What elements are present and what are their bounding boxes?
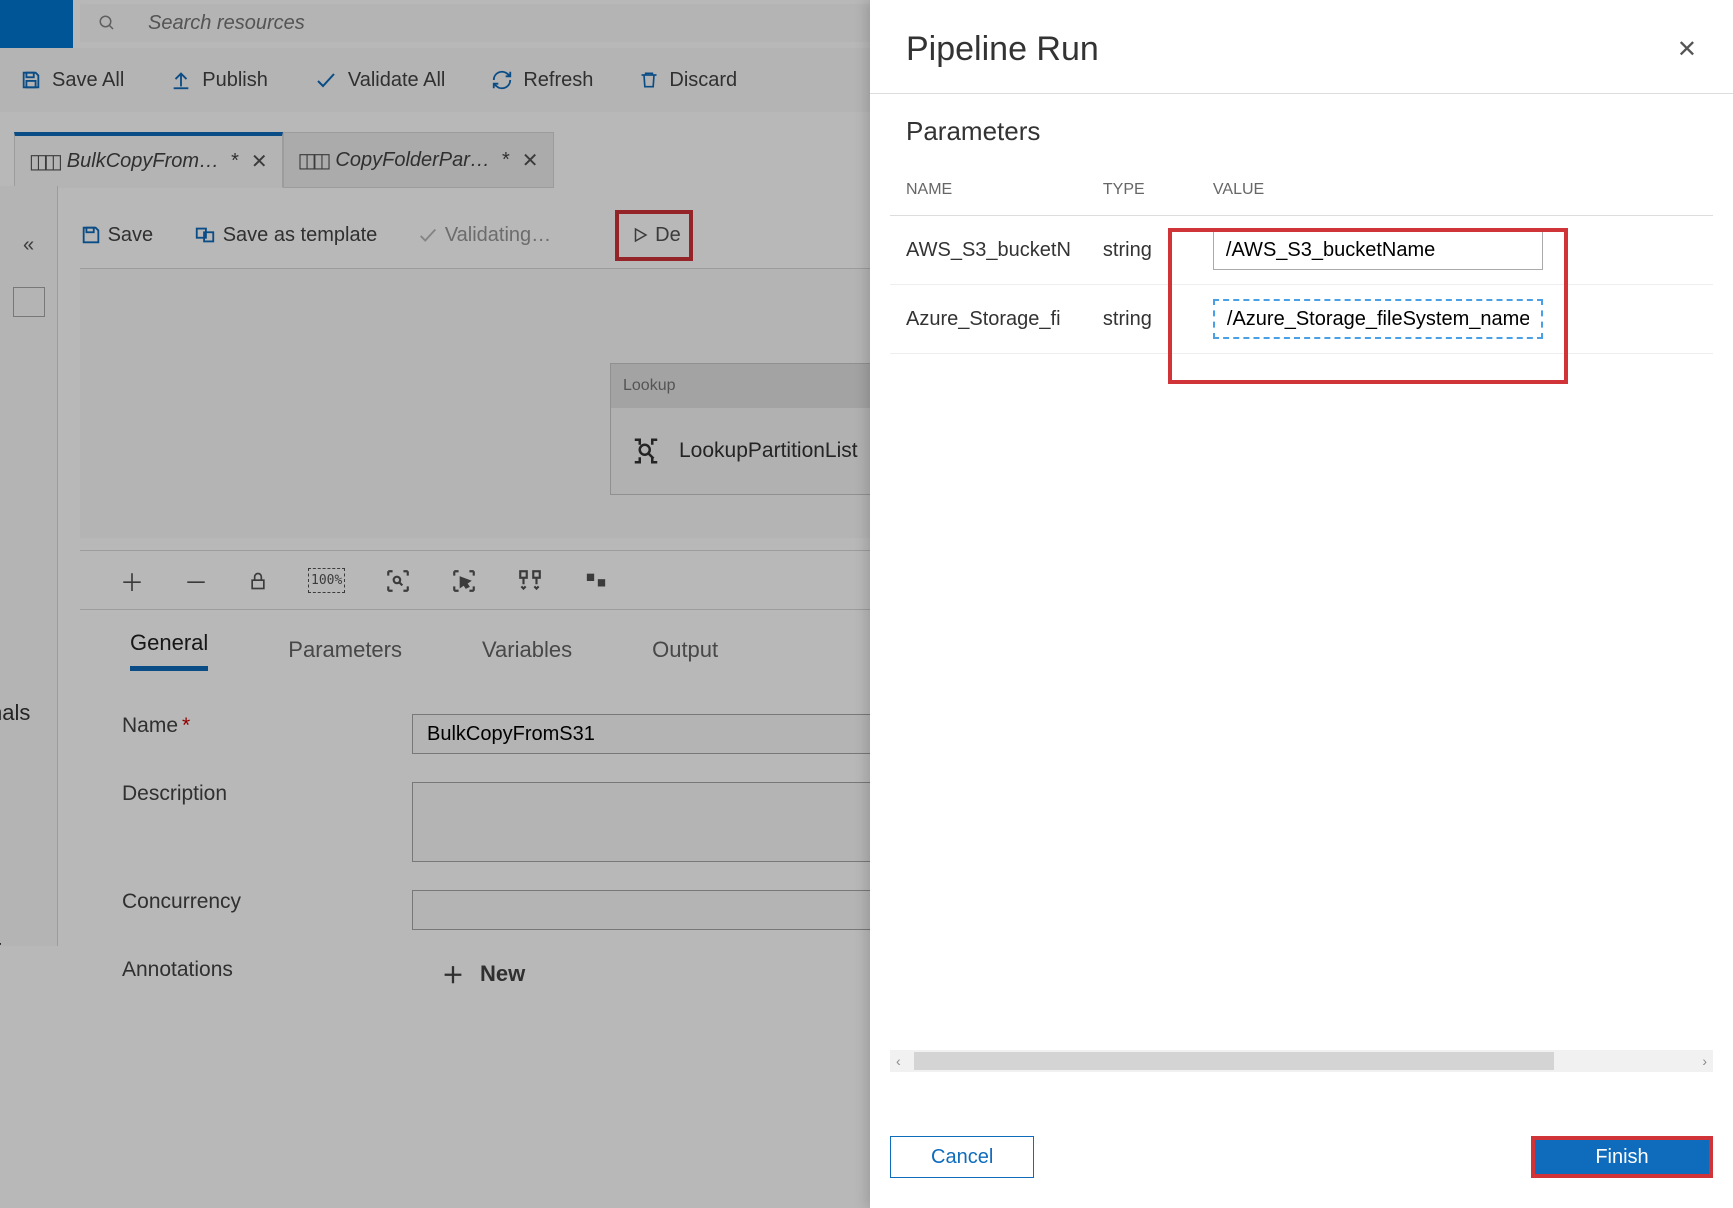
param-type: string (1087, 285, 1197, 354)
trash-icon (639, 69, 659, 92)
template-icon (193, 224, 223, 246)
tab-variables[interactable]: Variables (482, 637, 572, 663)
lookup-icon (631, 436, 661, 466)
scroll-right-icon[interactable]: › (1702, 1053, 1707, 1069)
scrollbar-thumb[interactable] (914, 1052, 1554, 1070)
remove-icon[interactable]: － (184, 563, 208, 598)
pipeline-icon: ◫◫ (298, 148, 328, 173)
annotations-label: Annotations (122, 958, 412, 982)
description-label: Description (122, 782, 412, 806)
horizontal-scrollbar[interactable]: ‹ › (890, 1050, 1713, 1072)
select-icon[interactable] (451, 566, 477, 594)
discard-button[interactable]: Discard (639, 69, 737, 92)
tab-copyfolder[interactable]: ◫◫ CopyFolderPar… * ✕ (283, 132, 554, 188)
tab-parameters[interactable]: Parameters (288, 637, 402, 663)
parameters-heading: Parameters (870, 94, 1733, 157)
save-all-button[interactable]: Save All (20, 69, 124, 92)
align-icon[interactable] (583, 566, 609, 594)
autolayout-icon[interactable] (517, 566, 543, 594)
tab-output[interactable]: Output (652, 637, 718, 663)
cancel-button[interactable]: Cancel (890, 1136, 1034, 1178)
table-row: Azure_Storage_fi string (890, 285, 1713, 354)
save-all-icon (20, 69, 42, 92)
search-icon (98, 12, 116, 35)
param-name: Azure_Storage_fi (890, 285, 1087, 354)
concurrency-input[interactable] (412, 890, 932, 930)
sidebar-slot (13, 287, 45, 317)
close-icon[interactable]: ✕ (251, 149, 268, 174)
search-placeholder: Search resources (148, 12, 305, 35)
debug-button[interactable]: De (615, 210, 693, 261)
new-annotation-button[interactable]: ＋ New (442, 958, 525, 990)
play-icon (631, 224, 649, 247)
save-button[interactable]: Save (80, 224, 153, 247)
activity-name: LookupPartitionList (679, 439, 858, 463)
col-name: NAME (890, 165, 1087, 216)
pipeline-icon: ◫◫ (29, 149, 59, 174)
refresh-icon (491, 69, 513, 92)
publish-icon (170, 69, 192, 92)
cropped-text: nals (0, 700, 30, 726)
finish-button[interactable]: Finish (1531, 1136, 1713, 1178)
param-type: string (1087, 216, 1197, 285)
table-row: AWS_S3_bucketN string (890, 216, 1713, 285)
publish-button[interactable]: Publish (170, 69, 268, 92)
parameters-table: NAME TYPE VALUE AWS_S3_bucketN string Az… (890, 165, 1713, 354)
collapse-icon[interactable]: « (23, 234, 34, 257)
check-icon (314, 68, 338, 92)
zoom-fit-icon[interactable] (385, 566, 411, 594)
refresh-button[interactable]: Refresh (491, 69, 593, 92)
validate-all-button[interactable]: Validate All (314, 68, 445, 92)
validating-status: Validating… (417, 224, 551, 247)
check-icon (417, 224, 445, 246)
cropped-text: r (0, 935, 1, 961)
tab-bulkcopy[interactable]: ◫◫ BulkCopyFrom… * ✕ (14, 132, 283, 188)
param-name: AWS_S3_bucketN (890, 216, 1087, 285)
param-value-input[interactable] (1213, 230, 1543, 270)
param-value-input[interactable] (1213, 299, 1543, 339)
lock-icon[interactable] (248, 566, 268, 594)
panel-title: Pipeline Run (906, 30, 1099, 69)
close-icon[interactable]: ✕ (522, 148, 539, 173)
concurrency-label: Concurrency (122, 890, 412, 914)
add-icon[interactable]: ＋ (120, 563, 144, 598)
col-type: TYPE (1087, 165, 1197, 216)
description-input[interactable] (412, 782, 932, 862)
close-icon[interactable]: ✕ (1677, 35, 1697, 64)
scroll-left-icon[interactable]: ‹ (896, 1053, 901, 1069)
pipeline-run-panel: Pipeline Run ✕ Parameters NAME TYPE VALU… (870, 0, 1733, 1208)
zoom-100-icon[interactable]: 100% (308, 568, 345, 593)
name-label: Name* (122, 714, 412, 738)
save-icon (80, 224, 108, 246)
save-template-button[interactable]: Save as template (193, 224, 377, 247)
name-input[interactable] (412, 714, 932, 754)
plus-icon: ＋ (442, 958, 464, 990)
col-value: VALUE (1197, 165, 1713, 216)
tab-general[interactable]: General (130, 630, 208, 671)
activity-type: Lookup (623, 377, 676, 395)
